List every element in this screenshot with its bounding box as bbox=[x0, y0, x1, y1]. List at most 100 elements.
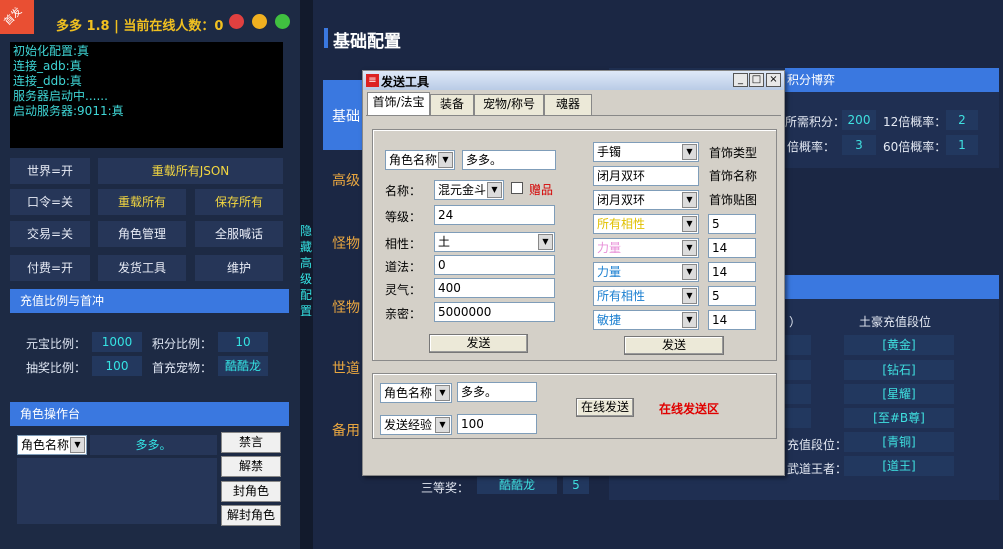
attr-name-5: 敏捷 bbox=[597, 313, 622, 327]
chevron-down-icon: ▼ bbox=[487, 182, 502, 198]
tab-accessory[interactable]: 首饰/法宝 bbox=[367, 92, 430, 115]
gift-checkbox[interactable] bbox=[511, 182, 523, 194]
attr-value-5[interactable]: 14 bbox=[708, 310, 756, 330]
chevron-down-icon: ▼ bbox=[435, 385, 450, 401]
role-name-input[interactable]: 多多。 bbox=[462, 150, 556, 170]
acc-img-select[interactable]: 闭月双环 ▼ bbox=[593, 190, 699, 210]
acc-type-select[interactable]: 手镯 ▼ bbox=[593, 142, 699, 162]
reload-json-button[interactable]: 重载所有JSON bbox=[98, 158, 283, 184]
tab-soul[interactable]: 魂器 bbox=[544, 94, 592, 115]
first-pet-label: 首充宠物： bbox=[152, 361, 213, 375]
tier-paren: ） bbox=[789, 315, 802, 329]
attr-select-4[interactable]: 所有相性 ▼ bbox=[593, 286, 699, 306]
online-count: 0 bbox=[214, 19, 224, 34]
send-item-button[interactable]: 发送 bbox=[429, 334, 528, 353]
tier-value[interactable]: [至#B尊] bbox=[844, 408, 954, 428]
reload-all-button[interactable]: 重载所有 bbox=[98, 189, 186, 215]
online-send-button[interactable]: 在线发送 bbox=[576, 398, 634, 417]
side-item-basic[interactable]: 基础 bbox=[332, 106, 360, 126]
tier-value[interactable]: [青铜] bbox=[844, 432, 954, 452]
send-accessory-button[interactable]: 发送 bbox=[624, 336, 724, 355]
tier-value[interactable]: [星耀] bbox=[844, 384, 954, 404]
side-item-monster-2[interactable]: 怪物 bbox=[332, 297, 360, 317]
save-all-button[interactable]: 保存所有 bbox=[195, 189, 283, 215]
attr-value-4[interactable]: 5 bbox=[708, 286, 756, 306]
attr-value-3[interactable]: 14 bbox=[708, 262, 756, 282]
p12-value[interactable]: 2 bbox=[946, 110, 978, 130]
tier-value[interactable]: [钻石] bbox=[844, 360, 954, 380]
role-manage-button[interactable]: 角色管理 bbox=[98, 221, 186, 247]
maximize-icon[interactable] bbox=[275, 14, 290, 29]
pay-toggle-button[interactable]: 付费=开 bbox=[10, 255, 90, 281]
trade-toggle-button[interactable]: 交易=关 bbox=[10, 221, 90, 247]
attr-name-3: 力量 bbox=[597, 265, 622, 279]
unmute-button[interactable]: 解禁 bbox=[221, 456, 281, 477]
maximize-icon[interactable]: □ bbox=[749, 73, 764, 87]
lottery-ratio-value[interactable]: 100 bbox=[92, 356, 142, 376]
first-pet-value[interactable]: 酷酷龙 bbox=[218, 356, 268, 376]
tab-pet-title[interactable]: 宠物/称号 bbox=[474, 94, 544, 115]
chevron-down-icon: ▼ bbox=[682, 144, 697, 160]
bottom-role-name-input[interactable]: 多多。 bbox=[457, 382, 537, 402]
attr-name-4: 所有相性 bbox=[597, 289, 646, 303]
acc-name-input[interactable]: 闭月双环 bbox=[593, 166, 699, 186]
dao-input[interactable]: 0 bbox=[434, 255, 555, 275]
attr-value-2[interactable]: 14 bbox=[708, 238, 756, 258]
role-name-display: 多多。 bbox=[90, 435, 217, 455]
chevron-down-icon: ▼ bbox=[682, 192, 697, 208]
online-send-area-label: 在线发送区 bbox=[659, 402, 720, 416]
app-icon: ≡ bbox=[366, 74, 379, 87]
phase-select[interactable]: 土 ▼ bbox=[434, 232, 555, 252]
minimize-icon[interactable]: _ bbox=[733, 73, 748, 87]
attr-value-1[interactable]: 5 bbox=[708, 214, 756, 234]
item-name-select[interactable]: 混元金斗 ▼ bbox=[434, 180, 504, 200]
tier-value[interactable]: [黄金] bbox=[844, 335, 954, 355]
send-tool-button[interactable]: 发货工具 bbox=[98, 255, 186, 281]
yuanbao-ratio-value[interactable]: 1000 bbox=[92, 332, 142, 352]
broadcast-button[interactable]: 全服喊话 bbox=[195, 221, 283, 247]
tier-value[interactable]: [道王] bbox=[844, 456, 954, 476]
role-select[interactable]: 角色名称 ▼ bbox=[385, 150, 455, 170]
ban-role-button[interactable]: 封角色 bbox=[221, 481, 281, 502]
p60-value[interactable]: 1 bbox=[946, 135, 978, 155]
close-icon[interactable]: × bbox=[766, 73, 781, 87]
attr-select-3[interactable]: 力量 ▼ bbox=[593, 262, 699, 282]
lingqi-input[interactable]: 400 bbox=[434, 278, 555, 298]
dao-label: 道法： bbox=[385, 260, 422, 274]
side-item-monster-1[interactable]: 怪物 bbox=[332, 233, 360, 253]
tier-label-1: 充值段位： bbox=[787, 438, 848, 452]
chevron-down-icon: ▼ bbox=[682, 216, 697, 232]
command-toggle-button[interactable]: 口令=关 bbox=[10, 189, 90, 215]
world-toggle-button[interactable]: 世界=开 bbox=[10, 158, 90, 184]
side-item-world[interactable]: 世道 bbox=[332, 358, 360, 378]
mute-button[interactable]: 禁言 bbox=[221, 432, 281, 453]
exp-value-input[interactable]: 100 bbox=[457, 414, 537, 434]
recharge-section-header: 充值比例与首冲 bbox=[10, 289, 289, 313]
attr-select-1[interactable]: 所有相性 ▼ bbox=[593, 214, 699, 234]
phase-label: 相性： bbox=[385, 237, 422, 251]
unban-role-button[interactable]: 解封角色 bbox=[221, 505, 281, 526]
close-icon[interactable] bbox=[229, 14, 244, 29]
role-name-select[interactable]: 角色名称 ▼ bbox=[17, 435, 87, 455]
send-tool-dialog: ≡ 发送工具 _ □ × 首饰/法宝 装备 宠物/称号 魂器 角色名称 ▼ 多多。… bbox=[362, 70, 785, 476]
attr-select-2[interactable]: 力量 ▼ bbox=[593, 238, 699, 258]
maintain-button[interactable]: 维护 bbox=[195, 255, 283, 281]
side-item-advanced[interactable]: 高级 bbox=[332, 170, 360, 190]
third-prize-pet[interactable]: 酷酷龙 bbox=[477, 477, 557, 494]
minimize-icon[interactable] bbox=[252, 14, 267, 29]
left-panel: 首发 多多 1.8 | 当前在线人数：0 初始化配置:真 连接_adb:真 连接… bbox=[0, 0, 300, 549]
qinmi-input[interactable]: 5000000 bbox=[434, 302, 555, 322]
exp-type-select[interactable]: 发送经验 ▼ bbox=[380, 415, 452, 435]
side-item-reserve[interactable]: 备用 bbox=[332, 420, 360, 440]
third-prize-value[interactable]: 5 bbox=[563, 477, 589, 494]
bottom-role-select[interactable]: 角色名称 ▼ bbox=[380, 383, 452, 403]
console-line: 初始化配置:真 bbox=[13, 44, 90, 58]
hide-advanced-toggle[interactable]: 隐 藏 高 级 配 置 bbox=[299, 223, 313, 319]
chevron-down-icon: ▼ bbox=[435, 417, 450, 433]
level-input[interactable]: 24 bbox=[434, 205, 555, 225]
need-points-value[interactable]: 200 bbox=[842, 110, 876, 130]
attr-select-5[interactable]: 敏捷 ▼ bbox=[593, 310, 699, 330]
px-value[interactable]: 3 bbox=[842, 135, 876, 155]
tab-equipment[interactable]: 装备 bbox=[430, 94, 474, 115]
points-ratio-value[interactable]: 10 bbox=[218, 332, 268, 352]
